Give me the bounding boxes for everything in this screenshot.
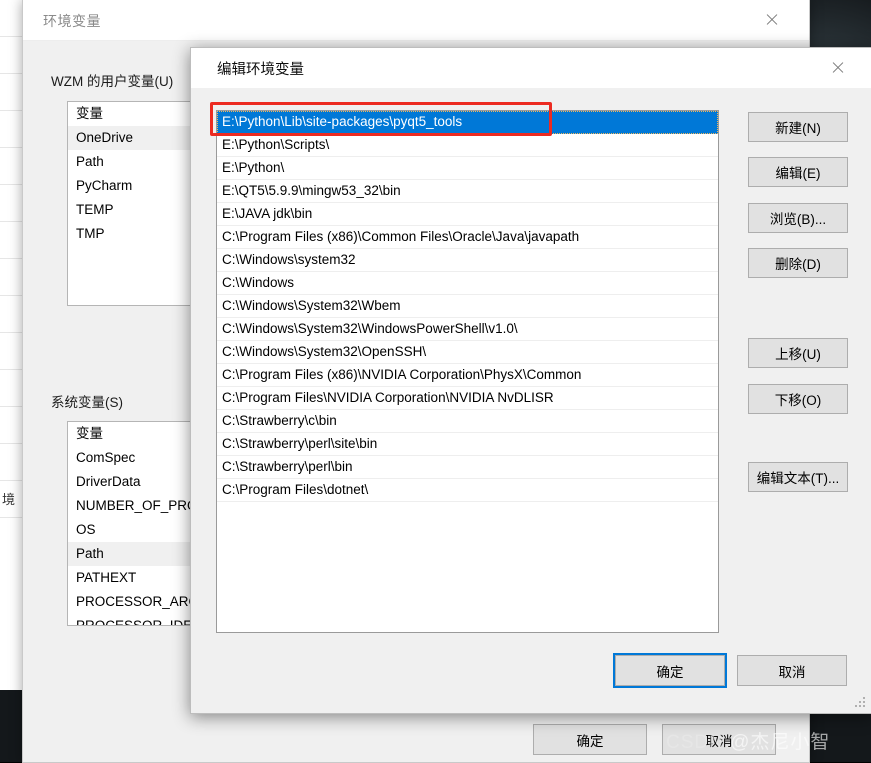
list-item[interactable]: C:\Program Files\NVIDIA Corporation\NVID…	[217, 387, 718, 410]
browse-button[interactable]: 浏览(B)...	[748, 203, 848, 233]
edit-cancel-button[interactable]: 取消	[737, 655, 847, 686]
background-row	[0, 333, 22, 370]
list-item[interactable]: C:\Strawberry\perl\bin	[217, 456, 718, 479]
list-item[interactable]: C:\Windows\System32\OpenSSH\	[217, 341, 718, 364]
list-item[interactable]: C:\Windows\system32	[217, 249, 718, 272]
background-row	[0, 222, 22, 259]
list-item[interactable]: E:\Python\	[217, 157, 718, 180]
background-row	[0, 74, 22, 111]
path-entries-list[interactable]: E:\Python\Lib\site-packages\pyqt5_tools …	[216, 110, 719, 633]
background-row	[0, 259, 22, 296]
background-row	[0, 407, 22, 444]
new-button[interactable]: 新建(N)	[748, 112, 848, 142]
background-row	[0, 370, 22, 407]
edit-environment-variable-dialog: 编辑环境变量 E:\Python\Lib\site-packages\pyqt5…	[190, 47, 871, 714]
move-up-button[interactable]: 上移(U)	[748, 338, 848, 368]
edit-ok-button[interactable]: 确定	[615, 655, 725, 686]
list-item[interactable]: C:\Windows	[217, 272, 718, 295]
edit-button[interactable]: 编辑(E)	[748, 157, 848, 187]
background-window-text: 境	[2, 492, 16, 507]
background-row	[0, 444, 22, 481]
resize-grip[interactable]	[855, 697, 867, 709]
close-icon[interactable]	[815, 52, 861, 84]
background-row	[0, 185, 22, 222]
edit-dialog-titlebar: 编辑环境变量	[191, 48, 871, 88]
list-item[interactable]: C:\Windows\System32\Wbem	[217, 295, 718, 318]
environment-ok-button[interactable]: 确定	[533, 724, 647, 755]
list-item[interactable]: C:\Program Files (x86)\Common Files\Orac…	[217, 226, 718, 249]
dialog-title: 编辑环境变量	[217, 62, 304, 78]
list-item[interactable]: E:\JAVA jdk\bin	[217, 203, 718, 226]
close-icon[interactable]	[749, 4, 795, 36]
background-row	[0, 296, 22, 333]
user-variables-label: WZM 的用户变量(U)	[51, 74, 174, 89]
list-item[interactable]: E:\QT5\5.9.9\mingw53_32\bin	[217, 180, 718, 203]
list-item[interactable]: C:\Strawberry\perl\site\bin	[217, 433, 718, 456]
edit-text-button[interactable]: 编辑文本(T)...	[748, 462, 848, 492]
system-variables-label: 系统变量(S)	[51, 395, 123, 410]
move-down-button[interactable]: 下移(O)	[748, 384, 848, 414]
delete-button[interactable]: 删除(D)	[748, 248, 848, 278]
list-item[interactable]: C:\Program Files (x86)\NVIDIA Corporatio…	[217, 364, 718, 387]
list-item[interactable]: C:\Strawberry\c\bin	[217, 410, 718, 433]
background-row	[0, 37, 22, 74]
list-item[interactable]: E:\Python\Scripts\	[217, 134, 718, 157]
list-item[interactable]: C:\Windows\System32\WindowsPowerShell\v1…	[217, 318, 718, 341]
page-title: 环境变量	[43, 13, 101, 29]
background-row	[0, 111, 22, 148]
environment-cancel-button[interactable]: 取消	[662, 724, 776, 755]
background-window-sliver: 境	[0, 0, 23, 690]
list-item[interactable]: E:\Python\Lib\site-packages\pyqt5_tools	[217, 111, 718, 134]
list-item[interactable]: C:\Program Files\dotnet\	[217, 479, 718, 502]
background-row	[0, 0, 22, 37]
background-row	[0, 148, 22, 185]
environment-variables-titlebar: 环境变量	[23, 0, 809, 41]
